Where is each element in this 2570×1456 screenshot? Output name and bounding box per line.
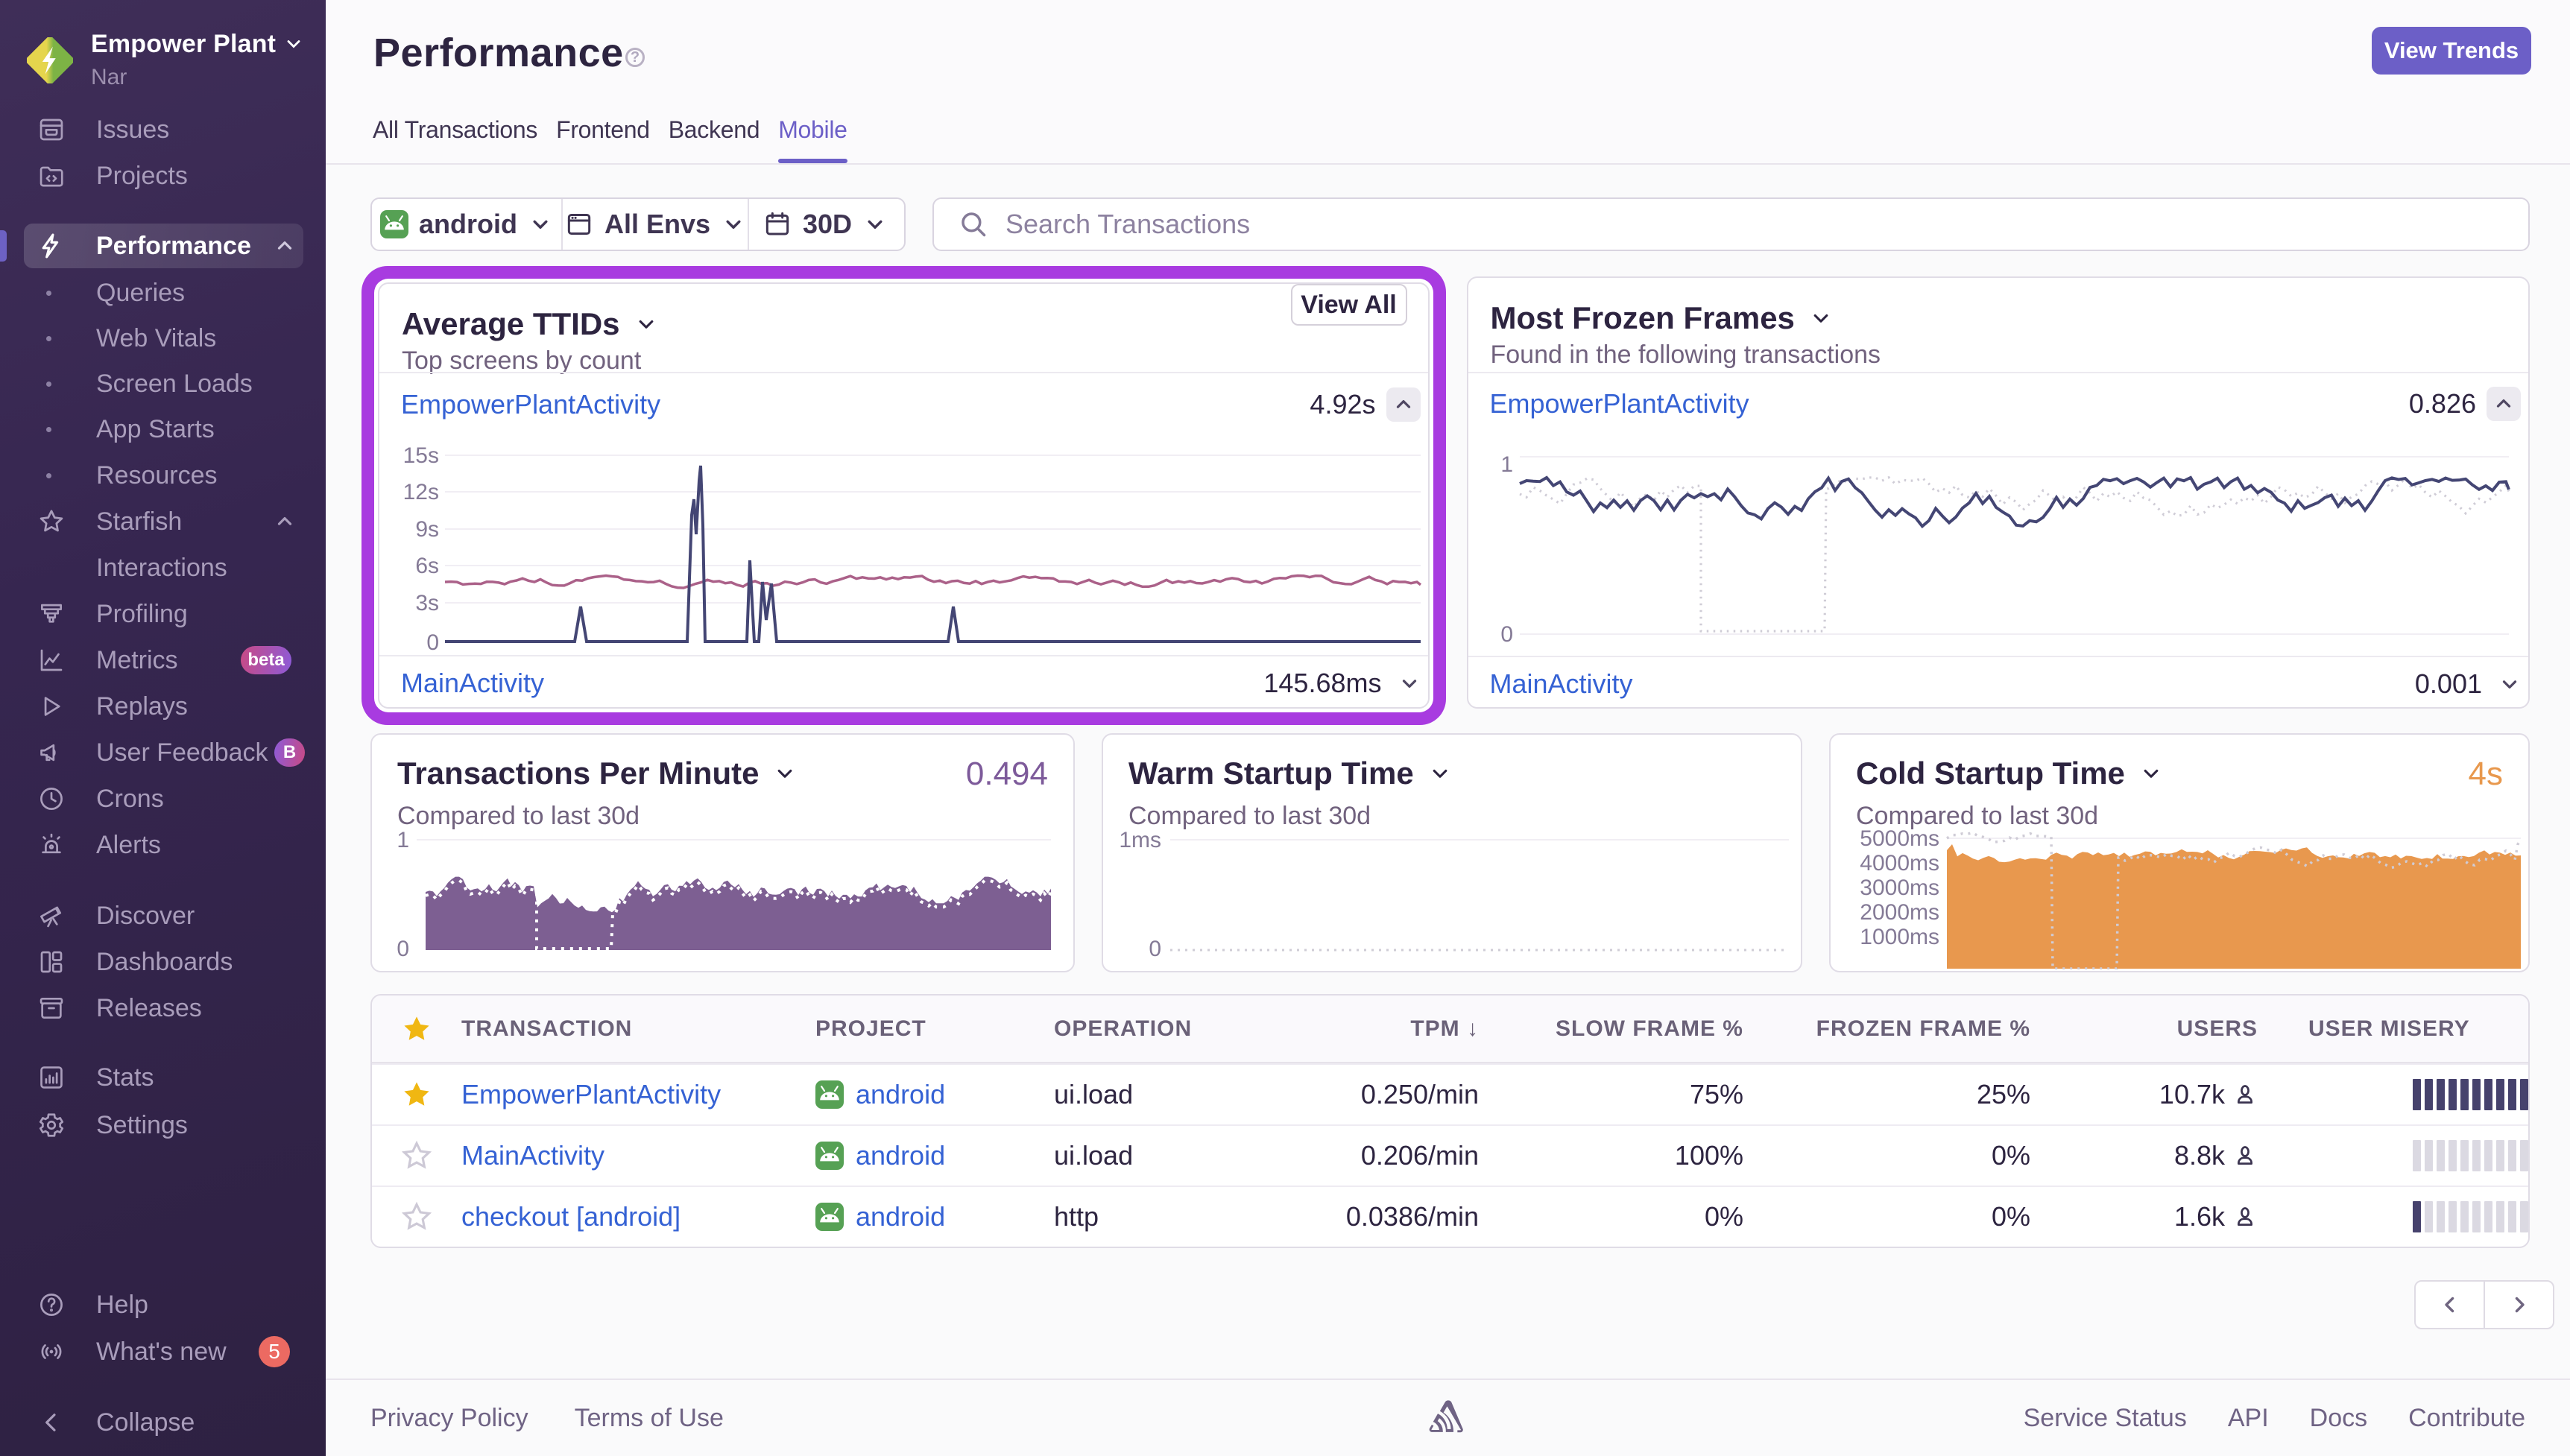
svg-text:1ms: 1ms	[1119, 828, 1161, 852]
svg-text:1: 1	[1500, 452, 1513, 477]
svg-text:0: 0	[1149, 937, 1161, 961]
svg-text:4000ms: 4000ms	[1860, 851, 1939, 876]
svg-text:0: 0	[1500, 622, 1513, 647]
svg-text:15s: 15s	[403, 443, 439, 468]
svg-text:1: 1	[397, 828, 409, 852]
svg-text:6s: 6s	[415, 554, 439, 578]
svg-text:1000ms: 1000ms	[1860, 925, 1939, 949]
svg-text:0: 0	[426, 630, 439, 655]
svg-text:3s: 3s	[415, 591, 439, 615]
svg-text:12s: 12s	[403, 480, 439, 504]
svg-text:3000ms: 3000ms	[1860, 876, 1939, 900]
svg-text:2000ms: 2000ms	[1860, 900, 1939, 925]
svg-text:5000ms: 5000ms	[1860, 828, 1939, 851]
svg-text:9s: 9s	[415, 517, 439, 542]
svg-text:0: 0	[397, 937, 409, 961]
